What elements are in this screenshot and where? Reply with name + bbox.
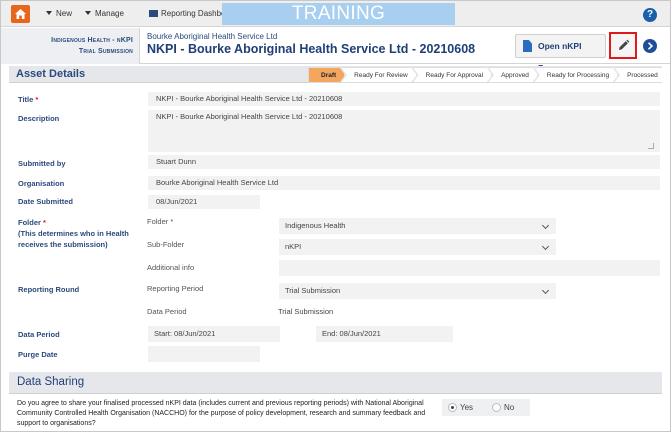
training-environment-banner: TRAINING ENVIRONMENT [222,3,455,46]
breadcrumb-type[interactable]: Trial Submission [1,46,133,57]
caret-down-icon [46,11,52,15]
title-label: Title * [18,94,38,105]
no-radio[interactable]: No [492,402,514,413]
additional-info-label: Additional info [147,263,195,272]
date-submitted-field: 08/Jun/2021 [148,195,260,209]
end-date-field[interactable]: End: 08/Jun/2021 [316,326,453,342]
purge-date-field[interactable] [148,346,260,362]
data-sharing-section-header: Data Sharing [9,372,662,394]
manage-menu-label: Manage [95,9,124,18]
purge-date-label: Purge Date [18,350,58,359]
folder-label: Folder * (This determines who in Health … [18,217,143,250]
start-date-field[interactable]: Start: 08/Jun/2021 [148,326,280,342]
submitted-by-label: Submitted by [18,159,66,168]
home-icon [15,9,26,19]
step-approved: Approved [488,67,538,83]
yes-radio[interactable]: Yes [448,402,473,413]
top-nav: New Manage Reporting Dashboard TRAINING … [1,1,670,46]
app-window: New Manage Reporting Dashboard TRAINING … [0,0,671,432]
folder-select[interactable]: Indigenous Health [279,218,556,234]
reporting-period-value: Trial Submission [285,286,341,295]
breadcrumb-category[interactable]: Indigenous Health - nKPI [1,35,133,46]
data-period-value: Trial Submission [278,307,334,316]
page-title: NKPI - Bourke Aboriginal Health Service … [147,42,476,56]
description-text: NKPI - Bourke Aboriginal Health Service … [156,112,343,121]
date-submitted-label: Date Submitted [18,197,74,206]
chevron-down-icon [541,286,550,295]
title-field[interactable]: NKPI - Bourke Aboriginal Health Service … [148,92,660,106]
breadcrumb: Indigenous Health - nKPI Trial Submissio… [1,28,140,64]
dashboard-icon [149,10,158,17]
required-mark: * [170,217,174,226]
new-menu[interactable]: New [46,9,72,18]
document-icon [523,40,532,52]
required-mark: * [43,218,46,227]
title-label-text: Title [18,95,34,104]
end-label: End: [322,329,338,338]
chevron-down-icon [541,221,550,230]
chevron-down-icon [541,242,550,251]
folder-label-text: Folder [18,218,41,227]
no-label: No [504,403,515,412]
header-organisation: Bourke Aboriginal Health Service Ltd [147,32,278,41]
radio-selected-icon [448,403,457,412]
required-mark: * [35,95,39,104]
step-ready-for-review: Ready For Review [341,67,416,83]
home-button[interactable] [11,5,30,23]
additional-info-field[interactable] [279,260,660,276]
pencil-icon [619,39,630,50]
data-sharing-question: Do you agree to share your finalised pro… [17,400,426,427]
description-field[interactable]: NKPI - Bourke Aboriginal Health Service … [148,110,660,152]
step-ready-for-processing: Ready for Processing [534,67,618,83]
edit-button[interactable] [609,32,637,59]
step-ready-for-approval: Ready For Approval [413,67,492,83]
open-nkpi-form-button[interactable]: Open nKPI Form [515,34,606,73]
caret-down-icon [85,11,91,15]
reporting-period-label: Reporting Period [147,284,204,293]
new-menu-label: New [56,9,73,18]
data-sharing-heading: Data Sharing [17,376,85,388]
resize-handle-icon[interactable] [648,143,654,149]
end-date-value: 08/Jun/2021 [339,329,381,338]
radio-unselected-icon [492,403,501,412]
folder-sublabel-text: Folder [147,217,169,226]
submitted-by-field: Stuart Dunn [148,155,660,169]
start-label: Start: [154,329,172,338]
organisation-label: Organisation [18,179,65,188]
description-label: Description [18,114,60,123]
chevron-right-icon [647,42,654,50]
manage-menu[interactable]: Manage [85,9,124,18]
organisation-field: Bourke Aboriginal Health Service Ltd [148,176,660,190]
yes-label: Yes [460,403,474,412]
data-period-label: Data Period [18,330,60,339]
subfolder-label: Sub-Folder [147,240,185,249]
data-period-sublabel: Data Period [147,307,187,316]
start-date-value: 08/Jun/2021 [174,329,216,338]
next-arrow-button[interactable] [643,39,657,53]
asset-details-heading: Asset Details [16,68,86,80]
step-processed: Processed [614,67,667,83]
step-draft: Draft [308,67,345,83]
help-icon[interactable]: ? [643,8,657,22]
folder-note: (This determines who in Health receives … [18,229,129,249]
asset-details-form: Title * NKPI - Bourke Aboriginal Health … [9,86,662,369]
folder-sublabel: Folder * [147,217,173,226]
reporting-round-label: Reporting Round [18,285,80,294]
workflow-steps: Draft Ready For Review Ready For Approva… [308,67,663,83]
folder-select-value: Indigenous Health [285,221,346,230]
subfolder-select-value: nKPI [285,242,302,251]
subfolder-select[interactable]: nKPI [279,239,556,255]
data-sharing-radio-group: Yes No [442,399,530,416]
reporting-period-select[interactable]: Trial Submission [279,283,556,299]
asset-header: Indigenous Health - nKPI Trial Submissio… [1,28,670,73]
